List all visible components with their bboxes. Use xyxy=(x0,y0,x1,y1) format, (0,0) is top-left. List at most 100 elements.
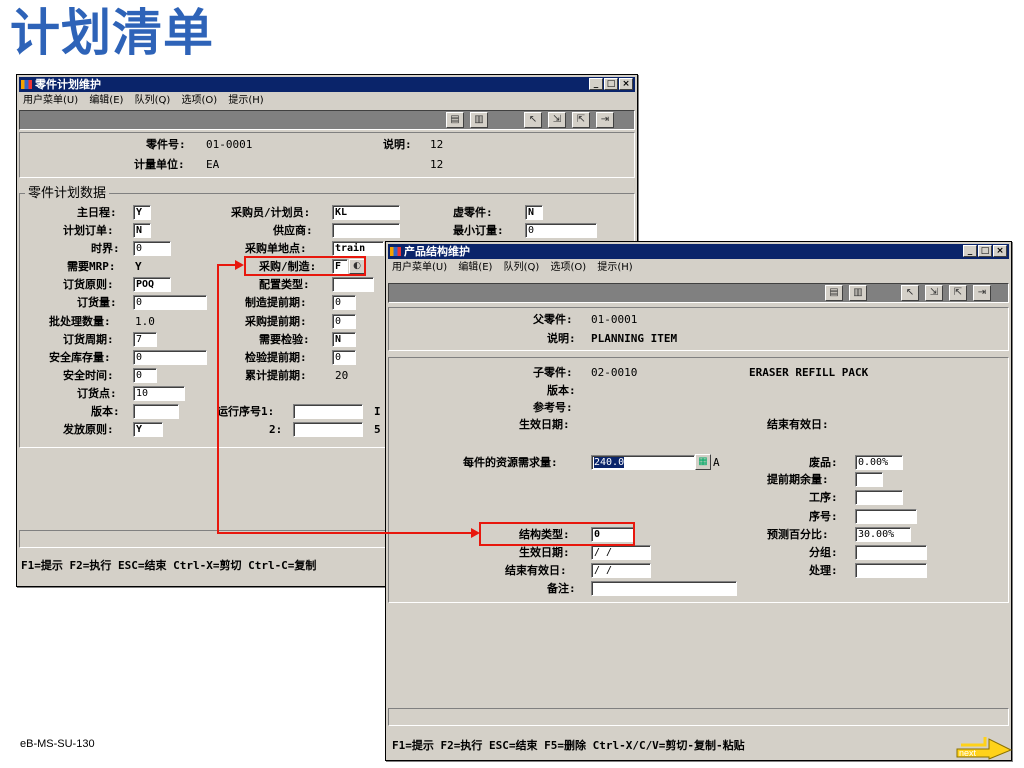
end-date-field[interactable]: / / xyxy=(591,563,651,578)
menu-user[interactable]: 用户菜单(U) xyxy=(392,262,447,273)
operation-label: 工序: xyxy=(809,491,838,504)
description-value: 12 xyxy=(430,138,444,151)
inspect-required-field[interactable]: N xyxy=(332,332,356,347)
help-pointer-icon[interactable]: ↖ xyxy=(524,112,542,128)
routing1-field[interactable] xyxy=(293,404,363,419)
min-order-field[interactable]: 0 xyxy=(525,223,597,238)
scrap-label: 废品: xyxy=(809,456,838,469)
qty-per-field[interactable]: 240.0 xyxy=(591,455,695,470)
highlight-purchase-manufacture xyxy=(244,256,366,276)
buyer-planner-field[interactable]: KL xyxy=(332,205,400,220)
forecast-pct-label: 预测百分比: xyxy=(767,528,829,541)
parent-item-label: 父零件: xyxy=(533,313,573,326)
part-number-value: 01-0001 xyxy=(206,138,253,151)
uom-label: 计量单位: xyxy=(134,158,185,171)
scrap-field[interactable]: 0.00% xyxy=(855,455,903,470)
time-fence-field[interactable]: 0 xyxy=(133,241,171,256)
menu-edit[interactable]: 编辑(E) xyxy=(89,95,123,106)
pur-lead-field[interactable]: 0 xyxy=(332,314,356,329)
mfg-lead-field[interactable]: 0 xyxy=(332,295,356,310)
menu-options[interactable]: 选项(O) xyxy=(182,95,218,106)
arrowhead-top xyxy=(235,260,244,270)
next-button[interactable]: next xyxy=(955,735,1013,761)
routing2-field[interactable] xyxy=(293,422,363,437)
paste-icon[interactable]: ▥ xyxy=(470,112,488,128)
maximize-button[interactable]: □ xyxy=(978,245,992,257)
maximize-button[interactable]: □ xyxy=(604,78,618,90)
help-pointer-icon[interactable]: ↖ xyxy=(901,285,919,301)
group-label: 分组: xyxy=(809,546,838,559)
operation-field[interactable] xyxy=(855,490,903,505)
app-icon xyxy=(21,80,32,89)
issue-policy-label: 发放原则: xyxy=(63,423,114,436)
group-field[interactable] xyxy=(855,545,927,560)
paste-icon[interactable]: ▥ xyxy=(849,285,867,301)
planned-order-field[interactable]: N xyxy=(133,223,151,238)
safety-stock-field[interactable]: 0 xyxy=(133,350,207,365)
safety-stock-label: 安全库存量: xyxy=(49,351,111,364)
copy-icon[interactable]: ▤ xyxy=(825,285,843,301)
next-record-icon[interactable]: ⇲ xyxy=(548,112,566,128)
prev-record-icon[interactable]: ⇱ xyxy=(949,285,967,301)
inspect-lead-field[interactable]: 0 xyxy=(332,350,356,365)
sequence-label: 序号: xyxy=(809,510,838,523)
reorder-point-field[interactable]: 10 xyxy=(133,386,185,401)
window-title: 产品结构维护 xyxy=(404,245,470,258)
close-button[interactable]: × xyxy=(619,78,633,90)
sequence-field[interactable] xyxy=(855,509,917,524)
menu-options[interactable]: 选项(O) xyxy=(551,262,587,273)
truncated-label-1: I xyxy=(374,405,381,418)
order-policy-field[interactable]: POQ xyxy=(133,277,171,292)
prev-record-icon[interactable]: ⇱ xyxy=(572,112,590,128)
menu-help[interactable]: 提示(H) xyxy=(597,262,632,273)
menu-user[interactable]: 用户菜单(U) xyxy=(23,95,78,106)
safety-time-field[interactable]: 0 xyxy=(133,368,157,383)
part-number-label: 零件号: xyxy=(146,138,186,151)
supplier-field[interactable] xyxy=(332,223,400,238)
config-type-label: 配置类型: xyxy=(259,278,310,291)
safety-time-label: 安全时间: xyxy=(63,369,114,382)
minimize-button[interactable]: _ xyxy=(963,245,977,257)
phantom-field[interactable]: N xyxy=(525,205,543,220)
titlebar[interactable]: 零件计划维护 _ □ × xyxy=(19,77,635,92)
menu-help[interactable]: 提示(H) xyxy=(228,95,263,106)
message-bar xyxy=(388,708,1009,726)
uom-value: EA xyxy=(206,158,220,171)
component-panel: 子零件: 02-0010 ERASER REFILL PACK 版本: 参考号:… xyxy=(388,357,1009,603)
connector-vertical xyxy=(217,264,219,534)
master-schedule-field[interactable]: Y xyxy=(133,205,151,220)
description-label: 说明: xyxy=(547,332,576,345)
calculator-icon[interactable]: ▦ xyxy=(695,454,711,470)
copy-icon[interactable]: ▤ xyxy=(446,112,464,128)
toolbar: ▤ ▥ ↖ ⇲ ⇱ ⇥ xyxy=(19,110,635,130)
menu-queue[interactable]: 队列(Q) xyxy=(504,262,540,273)
process-field[interactable] xyxy=(855,563,927,578)
order-period-field[interactable]: 7 xyxy=(133,332,157,347)
truncated-label-2: 5 xyxy=(374,423,381,436)
titlebar[interactable]: 产品结构维护 _ □ × xyxy=(388,244,1009,259)
issue-policy-field[interactable]: Y xyxy=(133,422,163,437)
lead-offset-field[interactable] xyxy=(855,472,883,487)
exit-icon[interactable]: ⇥ xyxy=(973,285,991,301)
revision-field[interactable] xyxy=(133,404,179,419)
next-record-icon[interactable]: ⇲ xyxy=(925,285,943,301)
start-date-field[interactable]: / / xyxy=(591,545,651,560)
exit-icon[interactable]: ⇥ xyxy=(596,112,614,128)
close-button[interactable]: × xyxy=(993,245,1007,257)
menu-queue[interactable]: 队列(Q) xyxy=(135,95,171,106)
remarks-field[interactable] xyxy=(591,581,737,596)
routing1-label: 运行序号1: xyxy=(217,405,275,418)
arrowhead-bottom xyxy=(471,528,480,538)
qty-per-truncated: A xyxy=(713,456,720,469)
start-date-label: 生效日期: xyxy=(519,546,570,559)
description-label: 说明: xyxy=(383,138,412,151)
order-qty-field[interactable]: 0 xyxy=(133,295,207,310)
menu-edit[interactable]: 编辑(E) xyxy=(458,262,492,273)
purchase-site-field[interactable]: train xyxy=(332,241,384,256)
component-description: ERASER REFILL PACK xyxy=(749,366,869,379)
config-type-field[interactable] xyxy=(332,277,374,292)
forecast-pct-field[interactable]: 30.00% xyxy=(855,527,911,542)
start-effective-label: 生效日期: xyxy=(519,418,570,431)
minimize-button[interactable]: _ xyxy=(589,78,603,90)
window-title: 零件计划维护 xyxy=(35,78,101,91)
